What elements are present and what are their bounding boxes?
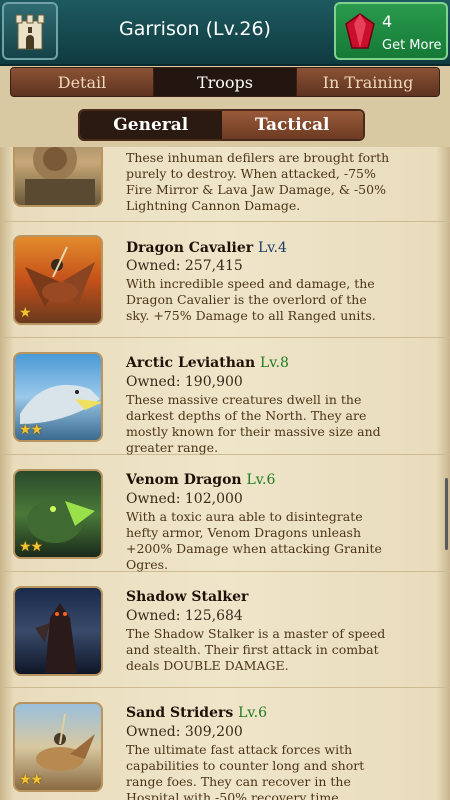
troop-portrait: ★★ <box>13 352 103 442</box>
troop-name: Sand Striders <box>126 705 234 721</box>
troop-level: Lv.8 <box>260 355 289 371</box>
troop-name: Venom Dragon <box>126 472 242 488</box>
monster-image <box>25 147 95 205</box>
troop-owned: Owned: 257,415 <box>126 258 243 274</box>
troop-level: Lv.6 <box>238 705 268 721</box>
shadow-stalker-image <box>35 603 77 673</box>
troop-portrait <box>13 586 103 676</box>
troop-name: Shadow Stalker <box>126 589 249 605</box>
castle-tower-icon <box>15 14 45 50</box>
tab-detail[interactable]: Detail <box>11 68 154 96</box>
troop-name-row: Arctic Leviathan Lv.8 <box>126 355 289 371</box>
troop-description: With incredible speed and damage, the Dr… <box>126 276 376 323</box>
gem-count: 4 <box>382 12 393 31</box>
troop-category-switch: General Tactical <box>78 109 365 141</box>
troop-item[interactable]: These inhuman defilers are brought forth… <box>0 147 450 222</box>
get-more-label: Get More <box>382 38 442 53</box>
troop-item[interactable]: ★★ Arctic Leviathan Lv.8 Owned: 190,900 … <box>0 338 450 455</box>
troop-name: Arctic Leviathan <box>126 355 256 371</box>
troop-owned: Owned: 102,000 <box>126 491 243 507</box>
scrollbar[interactable] <box>445 478 448 550</box>
troop-description: With a toxic aura able to disintegrate h… <box>126 509 382 572</box>
tab-bar: Detail Troops In Training <box>10 67 440 97</box>
troop-name-row: Dragon Cavalier Lv.4 <box>126 240 287 256</box>
star-rating: ★★ <box>19 422 43 438</box>
troop-list[interactable]: These inhuman defilers are brought forth… <box>0 147 450 800</box>
troop-item[interactable]: ★★ Sand Striders Lv.6 Owned: 309,200 The… <box>0 688 450 800</box>
get-more-button[interactable]: 4 Get More <box>334 2 448 60</box>
top-bar: Garrison (Lv.26) 4 Get More <box>0 0 450 66</box>
tab-troops[interactable]: Troops <box>154 68 297 96</box>
star-rating: ★★ <box>19 772 43 788</box>
troop-portrait: ★★ <box>13 469 103 559</box>
troop-item[interactable]: ★ Dragon Cavalier Lv.4 Owned: 257,415 Wi… <box>0 222 450 338</box>
segment-general[interactable]: General <box>80 111 222 139</box>
troop-item[interactable]: Shadow Stalker Owned: 125,684 The Shadow… <box>0 572 450 688</box>
troop-portrait: ★ <box>13 235 103 325</box>
troop-owned: Owned: 125,684 <box>126 608 243 624</box>
troop-level: Lv.6 <box>246 472 276 488</box>
page-title: Garrison (Lv.26) <box>119 18 271 40</box>
troop-name: Dragon Cavalier <box>126 240 254 256</box>
troop-description: These massive creatures dwell in the dar… <box>126 392 381 455</box>
troop-description: The ultimate fast attack forces with cap… <box>126 742 365 800</box>
segment-tactical[interactable]: Tactical <box>221 111 363 139</box>
troop-item[interactable]: ★★ Venom Dragon Lv.6 Owned: 102,000 With… <box>0 455 450 572</box>
troop-owned: Owned: 190,900 <box>126 374 243 390</box>
troop-name-row: Sand Striders Lv.6 <box>126 705 267 721</box>
troop-owned: Owned: 309,200 <box>126 724 243 740</box>
troop-portrait <box>13 147 103 207</box>
troop-portrait: ★★ <box>13 702 103 792</box>
troop-level: Lv.4 <box>257 240 287 256</box>
troop-name-row: Venom Dragon Lv.6 <box>126 472 275 488</box>
red-gem-icon <box>345 13 375 49</box>
tab-in-training[interactable]: In Training <box>297 68 439 96</box>
star-rating: ★★ <box>19 539 43 555</box>
troop-description: The Shadow Stalker is a master of speed … <box>126 626 386 673</box>
star-rating: ★ <box>19 305 32 321</box>
home-button[interactable] <box>2 2 58 60</box>
troop-name-row: Shadow Stalker <box>126 589 248 605</box>
troop-description: These inhuman defilers are brought forth… <box>126 150 390 213</box>
